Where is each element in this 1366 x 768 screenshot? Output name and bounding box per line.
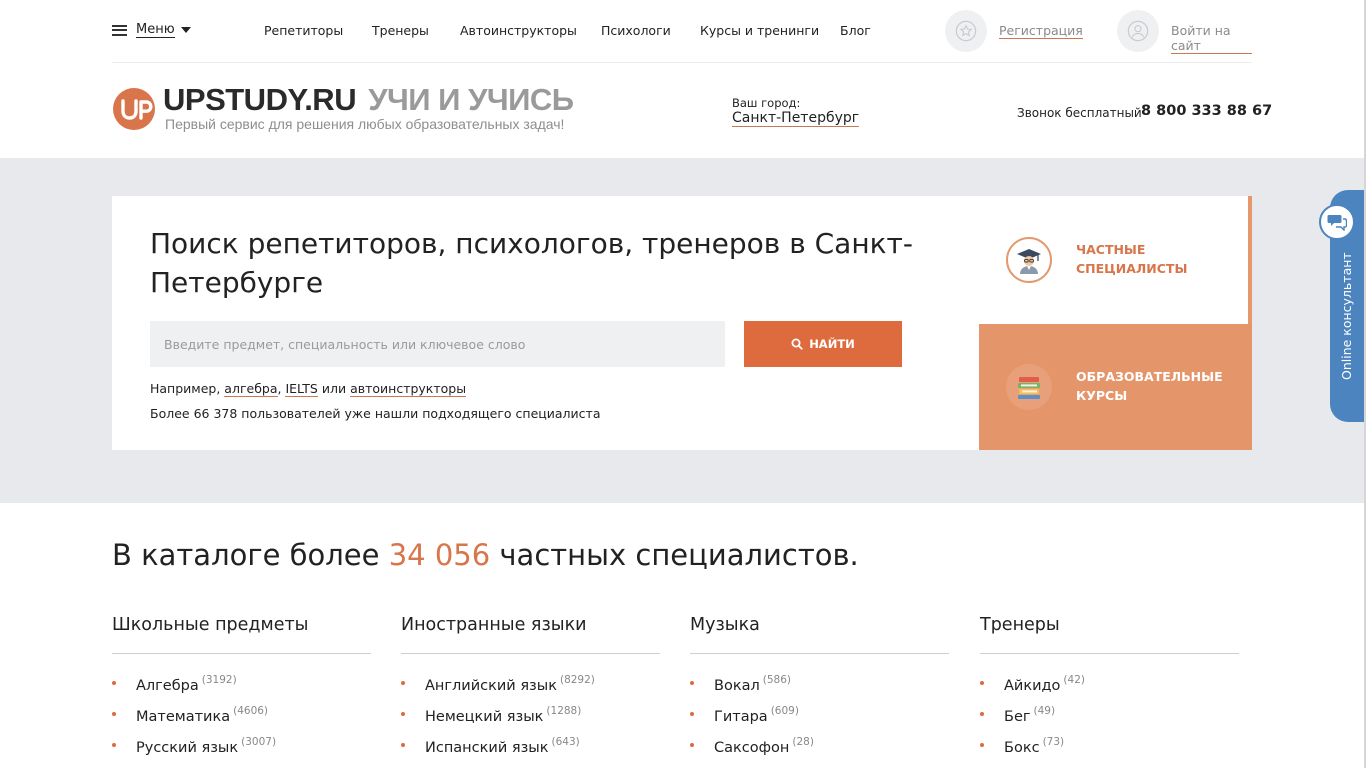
item-name: Испанский язык <box>425 740 549 756</box>
column-title[interactable]: Школьные предметы <box>112 614 371 654</box>
item-name: Гитара <box>714 709 768 725</box>
star-icon[interactable] <box>945 10 987 52</box>
list-item[interactable]: Гитара (609) <box>690 697 949 728</box>
logo-icon[interactable] <box>112 87 156 131</box>
item-name: Алгебра <box>136 678 199 694</box>
user-icon[interactable] <box>1117 10 1159 52</box>
city-selector[interactable]: Санкт-Петербург <box>732 110 860 127</box>
catalog-title-prefix: В каталоге более <box>112 538 389 572</box>
item-name: Английский язык <box>425 678 557 694</box>
example-link-driving[interactable]: автоинструкторы <box>350 381 467 397</box>
item-count: (609) <box>770 705 799 717</box>
users-count-note: Более 66 378 пользователей уже нашли под… <box>150 406 601 421</box>
phone-label: Звонок бесплатный <box>1017 106 1142 120</box>
item-count: (49) <box>1033 705 1056 717</box>
column-title[interactable]: Музыка <box>690 614 949 654</box>
graduate-icon <box>1006 237 1052 283</box>
nav-link-courses[interactable]: Курсы и тренинги <box>700 23 819 38</box>
online-consultant-widget[interactable]: Online консультант <box>1319 190 1366 422</box>
catalog-count: 34 056 <box>388 538 491 572</box>
brand-title: UPSTUDY.RU <box>163 82 357 117</box>
examples-prefix: Например, <box>150 381 225 396</box>
catalog-column-languages: Иностранные языки Английский язык (8292) … <box>401 614 660 759</box>
item-count: (3192) <box>201 674 237 686</box>
item-count: (8292) <box>559 674 595 686</box>
login-link[interactable]: Войти на сайт <box>1171 23 1252 54</box>
item-name: Вокал <box>714 678 760 694</box>
phone-number[interactable]: 8 800 333 88 67 <box>1141 103 1272 119</box>
register-link[interactable]: Регистрация <box>999 23 1083 39</box>
item-name: Айкидо <box>1004 678 1061 694</box>
menu-button[interactable]: Меню <box>112 22 191 38</box>
search-button[interactable]: НАЙТИ <box>744 321 902 367</box>
item-name: Бег <box>1004 709 1031 725</box>
nav-link-tutors[interactable]: Репетиторы <box>264 23 343 38</box>
item-count: (643) <box>551 736 580 748</box>
catalog-title-suffix: частных специалистов. <box>490 538 859 572</box>
example-link-ielts[interactable]: IELTS <box>285 381 318 397</box>
list-item[interactable]: Испанский язык (643) <box>401 728 660 759</box>
item-count: (1288) <box>546 705 582 717</box>
column-title[interactable]: Тренеры <box>980 614 1239 654</box>
hamburger-icon <box>112 24 127 36</box>
nav-link-blog[interactable]: Блог <box>840 23 871 38</box>
examples-or: или <box>317 381 351 396</box>
nav-link-driving-instructors[interactable]: Автоинструкторы <box>460 23 577 38</box>
list-item[interactable]: Русский язык (3007) <box>112 728 371 759</box>
item-name: Русский язык <box>136 740 239 756</box>
search-icon <box>791 338 803 350</box>
list-item[interactable]: Вокал (586) <box>690 666 949 697</box>
nav-link-psychologists[interactable]: Психологи <box>601 23 671 38</box>
catalog-column-music: Музыка Вокал (586) Гитара (609) Саксофон (2… <box>690 614 949 759</box>
list-item[interactable]: Бокс (73) <box>980 728 1239 759</box>
tab-private-specialists[interactable]: Частные специалисты <box>979 196 1252 324</box>
item-name: Математика <box>136 709 231 725</box>
list-item[interactable]: Математика (4606) <box>112 697 371 728</box>
brand-name[interactable]: UPSTUDY.RU УЧИ И УЧИСЬ <box>163 82 574 118</box>
item-count: (73) <box>1042 736 1065 748</box>
catalog-title: В каталоге более 34 056 частных специали… <box>112 538 859 572</box>
online-consultant-label: Online консультант <box>1339 252 1354 380</box>
catalog-column-trainers: Тренеры Айкидо (42) Бег (49) Бокс (73) <box>980 614 1239 759</box>
nav-link-trainers[interactable]: Тренеры <box>372 23 429 38</box>
top-navigation: Меню Репетиторы Тренеры Автоинструкторы … <box>112 0 1252 63</box>
chevron-down-icon <box>180 27 191 33</box>
list-item[interactable]: Английский язык (8292) <box>401 666 660 697</box>
item-count: (28) <box>792 736 814 748</box>
item-count: (586) <box>762 674 791 686</box>
item-name: Бокс <box>1004 740 1040 756</box>
search-button-label: НАЙТИ <box>809 337 855 351</box>
brand-tagline: УЧИ И УЧИСЬ <box>368 82 574 117</box>
item-count: (42) <box>1063 674 1085 686</box>
search-examples: Например, алгебра, IELTS или автоинструк… <box>150 381 467 397</box>
chat-icon <box>1319 204 1355 240</box>
tab-private-label: Частные специалисты <box>1076 242 1188 276</box>
item-name: Саксофон <box>714 740 790 756</box>
tab-courses-label: Образовательные курсы <box>1076 369 1223 403</box>
item-name: Немецкий язык <box>425 709 544 725</box>
books-icon <box>1006 364 1052 410</box>
list-item[interactable]: Алгебра (3192) <box>112 666 371 697</box>
list-item[interactable]: Саксофон (28) <box>690 728 949 759</box>
search-card: Поиск репетиторов, психологов, тренеров … <box>112 196 979 450</box>
catalog-column-school: Школьные предметы Алгебра (3192) Математи… <box>112 614 371 759</box>
list-item[interactable]: Бег (49) <box>980 697 1239 728</box>
item-count: (3007) <box>241 736 277 748</box>
page-title: Поиск репетиторов, психологов, тренеров … <box>150 227 913 299</box>
menu-label: Меню <box>136 22 175 38</box>
item-count: (4606) <box>233 705 269 717</box>
list-item[interactable]: Айкидо (42) <box>980 666 1239 697</box>
list-item[interactable]: Немецкий язык (1288) <box>401 697 660 728</box>
brand-subtitle: Первый сервис для решения любых образова… <box>165 116 565 132</box>
city-label: Ваш город: <box>732 96 801 110</box>
tab-educational-courses[interactable]: Образовательные курсы <box>979 324 1252 450</box>
search-input[interactable] <box>150 321 725 367</box>
column-title[interactable]: Иностранные языки <box>401 614 660 654</box>
example-link-algebra[interactable]: алгебра <box>224 381 278 397</box>
